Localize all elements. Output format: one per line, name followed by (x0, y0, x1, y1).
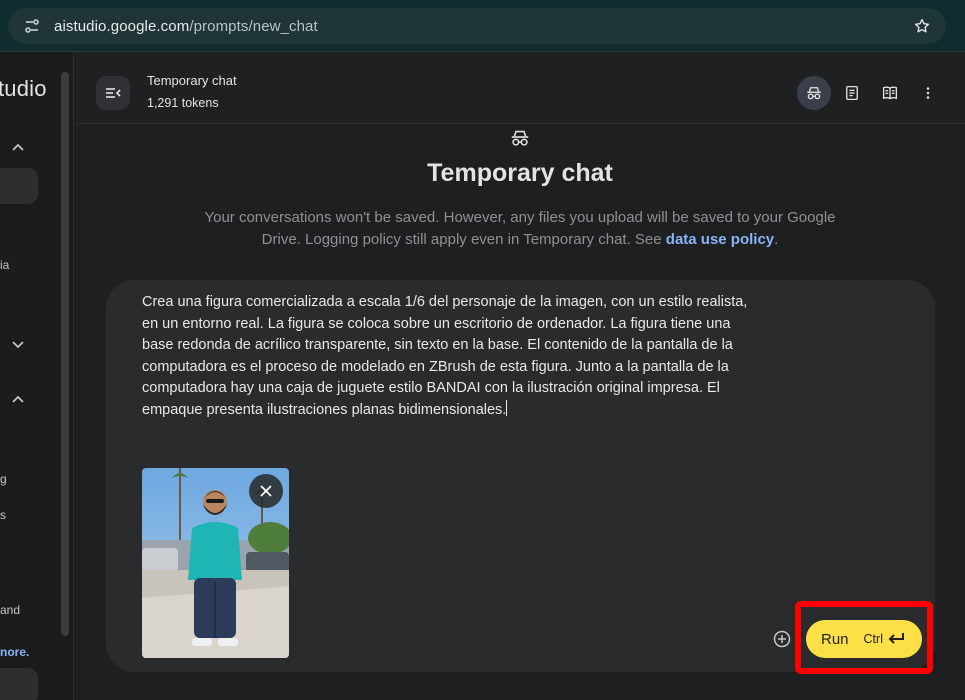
sidebar-fragment: g (0, 472, 7, 486)
sidebar-bottom-item[interactable] (0, 668, 38, 700)
star-icon[interactable] (912, 16, 932, 36)
add-circle-icon[interactable] (773, 630, 791, 648)
browser-toolbar: aistudio.google.com/prompts/new_chat (0, 0, 965, 52)
chat-main-area: Temporary chat Your conversations won't … (75, 125, 965, 700)
notes-button[interactable] (835, 76, 869, 110)
more-options-button[interactable] (911, 76, 945, 110)
incognito-icon (511, 130, 529, 146)
url-text[interactable]: aistudio.google.com/prompts/new_chat (54, 18, 318, 35)
prompt-input[interactable]: Crea una figura comercializada a escala … (142, 292, 752, 421)
compare-icon (882, 86, 898, 100)
prompt-text: Crea una figura comercializada a escala … (142, 294, 748, 418)
url-host: aistudio.google.com (54, 17, 190, 35)
sidebar-toggle-button[interactable] (96, 76, 130, 110)
sidebar-fragment: ia (0, 258, 10, 272)
chevron-up-icon[interactable] (10, 140, 26, 156)
sidebar-toggle-icon (106, 88, 121, 98)
token-count: 1,291 tokens (147, 96, 219, 110)
remove-image-button[interactable] (249, 474, 283, 508)
close-icon (260, 485, 272, 497)
compare-button[interactable] (873, 76, 907, 110)
sidebar-learn-more-link[interactable]: nore. (0, 645, 29, 659)
address-bar[interactable]: aistudio.google.com/prompts/new_chat (8, 8, 946, 44)
sidebar-fragment: and (0, 603, 21, 617)
incognito-icon (807, 87, 821, 100)
prompt-composer[interactable]: Crea una figura comercializada a escala … (106, 280, 935, 674)
more-vert-icon (926, 87, 930, 99)
chat-title: Temporary chat (147, 73, 237, 88)
sidebar-active-item[interactable] (0, 168, 38, 204)
notes-icon (846, 85, 858, 101)
temporary-chat-button[interactable] (797, 76, 831, 110)
chat-header: Temporary chat 1,291 tokens (75, 52, 965, 124)
description-end: . (774, 231, 779, 248)
sidebar-fragment: s (0, 508, 6, 522)
attached-image-thumbnail[interactable] (142, 468, 289, 658)
url-path: /prompts/new_chat (189, 17, 318, 35)
tune-icon[interactable] (22, 16, 42, 36)
chevron-up-icon[interactable] (10, 392, 26, 408)
text-cursor (506, 399, 508, 416)
hero-description: Your conversations won't be saved. Howev… (195, 207, 845, 251)
brand-logo-text: tudio (0, 76, 47, 101)
data-use-policy-link[interactable]: data use policy (666, 231, 774, 248)
annotation-highlight-box (795, 601, 933, 674)
chevron-down-icon[interactable] (10, 336, 26, 352)
hero-title: Temporary chat (427, 159, 613, 187)
sidebar-scrollbar[interactable] (61, 72, 69, 636)
left-sidebar: tudio ia g s and nore. (0, 52, 74, 700)
